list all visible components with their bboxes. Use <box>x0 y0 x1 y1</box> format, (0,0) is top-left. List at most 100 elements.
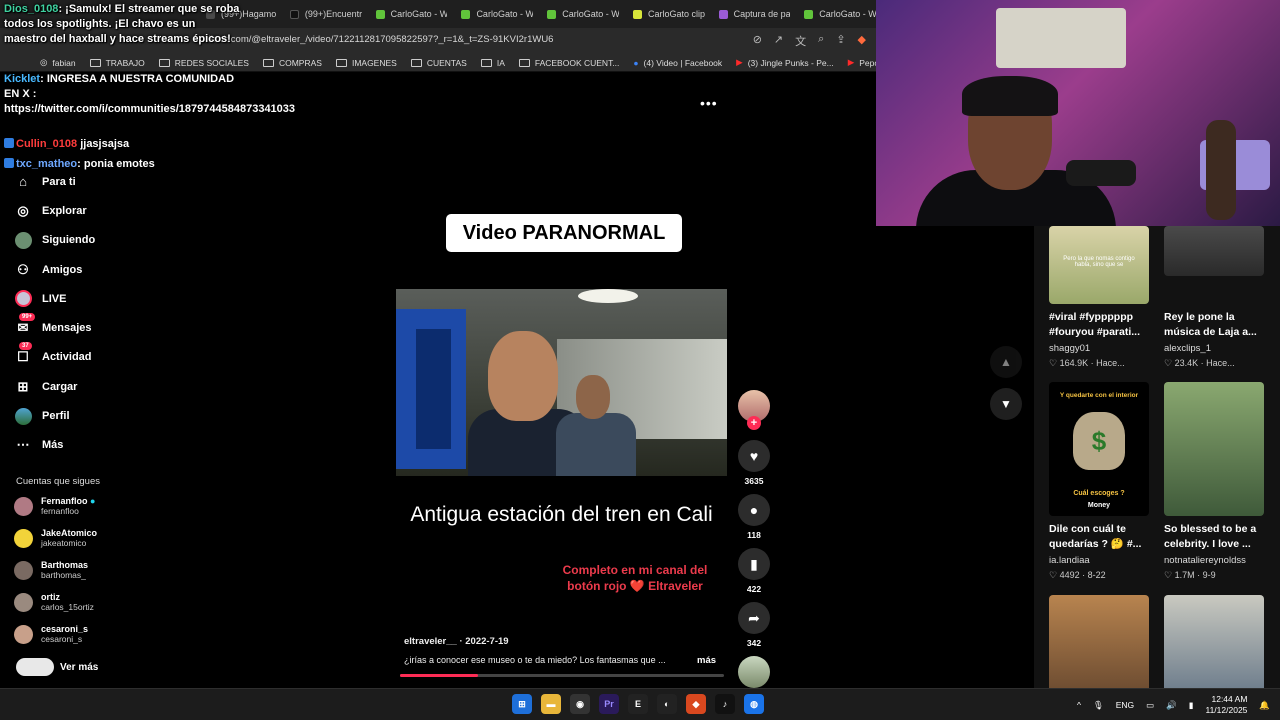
bookmark-folder[interactable]: CUENTAS <box>410 58 467 68</box>
language-indicator[interactable]: ENG <box>1116 700 1134 710</box>
following-account[interactable]: JakeAtomico jakeatomico <box>14 528 97 548</box>
video-card[interactable]: So blessed to be a celebrity. I love ...… <box>1164 382 1264 581</box>
video-thumbnail[interactable]: Pero la que nomas contigo habla, sino qu… <box>1049 226 1149 304</box>
browser-tab[interactable]: CarloGato - Wa <box>794 3 876 25</box>
microphone-icon[interactable]: 🎙 <box>1093 700 1104 711</box>
video-progress-fill <box>400 674 478 677</box>
comment-button[interactable]: ● <box>738 494 770 526</box>
video-thumbnail[interactable]: Y quedarte con el interior $ Cuál escoge… <box>1049 382 1149 516</box>
video-card[interactable] <box>1049 595 1149 688</box>
creator-avatar[interactable]: + <box>738 390 770 430</box>
video-thumbnail[interactable] <box>1164 382 1264 516</box>
volume-icon[interactable]: 🔊 <box>1166 700 1177 711</box>
tiktok-icon[interactable]: ♪ <box>715 694 735 714</box>
bookmark-folder[interactable]: COMPRAS <box>262 57 322 68</box>
share-arrow-icon: ➦ <box>748 609 760 626</box>
share-button[interactable]: ➦ <box>738 602 770 634</box>
sidebar-item-amigos[interactable]: ⚇ Amigos <box>14 255 95 284</box>
notification-bell-icon[interactable]: 🔔 <box>1259 700 1270 711</box>
sidebar-item-cargar[interactable]: ⊞ Cargar <box>14 372 95 401</box>
sidebar-item-mas[interactable]: ⋯ Más <box>14 431 95 460</box>
bookmark-folder[interactable]: FACEBOOK CUENT... <box>518 58 619 68</box>
clock[interactable]: 12:44 AM 11/12/2025 <box>1205 694 1247 716</box>
video-card-title: Dile con cuál te quedarías ? 🤔 #... <box>1049 523 1142 550</box>
bookmark-folder[interactable]: TRABAJO <box>89 58 145 68</box>
windows-start-icon[interactable]: ⊞ <box>512 694 532 714</box>
sidebar-item-explorar[interactable]: ◎ Explorar <box>14 196 95 225</box>
video-thumbnail[interactable] <box>1164 226 1264 276</box>
following-account[interactable]: cesaroni_s cesaroni_s <box>14 624 88 644</box>
video-card[interactable]: Rey le pone la música de Laja a... alexc… <box>1164 226 1264 369</box>
brave-shield-icon[interactable]: ◆ <box>858 33 866 49</box>
browser-tab[interactable]: CarloGato - Wa <box>366 3 447 25</box>
bookmark-folder[interactable]: IMAGENES <box>335 58 397 68</box>
video-author[interactable]: eltraveler__ · 2022-7-19 <box>404 636 509 647</box>
color-app-icon[interactable]: ◐ <box>657 694 677 714</box>
system-tray: ^ 🎙 ENG ▭ 🔊 ▮ 12:44 AM 11/12/2025 🔔 <box>1077 694 1270 716</box>
tray-chevron-icon[interactable]: ^ <box>1077 700 1081 710</box>
bookmark-item[interactable]: ▶ Pepo x @kazu.oficia... <box>848 57 876 68</box>
file-explorer-icon[interactable]: ▬ <box>541 694 561 714</box>
sidebar-item-perfil[interactable]: Perfil <box>14 401 95 430</box>
kick-icon <box>461 9 471 19</box>
browser-tab[interactable]: (99+)Encuentra <box>280 3 362 25</box>
bookmark-label: COMPRAS <box>278 57 322 68</box>
taskbar-apps: ⊞ ▬ ◉ Pr E ◐ ◆ ♪ ◍ <box>512 694 764 714</box>
display-icon[interactable]: ▭ <box>1146 700 1154 711</box>
search-icon[interactable]: ⌕ <box>818 33 824 49</box>
cast-icon[interactable]: ⊘ <box>753 33 762 49</box>
browser-tab[interactable]: Captura de pan <box>709 3 790 25</box>
video-thumbnail[interactable] <box>1164 595 1264 688</box>
translate-icon[interactable]: 文 <box>795 33 806 49</box>
tiktok-icon <box>289 9 299 19</box>
account-handle: barthomas_ <box>41 570 86 580</box>
following-account[interactable]: ortiz carlos_15ortiz <box>14 592 94 612</box>
see-more-link[interactable]: Ver más <box>16 658 98 676</box>
browser-tab[interactable]: CarloGato - Wa <box>451 3 533 25</box>
like-button[interactable]: ♥ <box>738 440 770 472</box>
following-account[interactable]: Fernanfloo ● fernanfloo <box>14 496 95 516</box>
sidebar-item-actividad[interactable]: ☐ 37 Actividad <box>14 342 95 372</box>
battery-icon[interactable]: ▮ <box>1189 700 1194 711</box>
video-card[interactable]: Pero la que nomas contigo habla, sino qu… <box>1049 226 1149 369</box>
share-icon[interactable]: ⇪ <box>836 33 845 49</box>
video-progress-bar[interactable] <box>400 674 724 677</box>
bookmark-label: REDES SOCIALES <box>174 57 249 68</box>
video-card[interactable] <box>1164 595 1264 688</box>
brave-icon[interactable]: ◆ <box>686 694 706 714</box>
expand-description-button[interactable]: más <box>697 655 716 666</box>
bookmark-item[interactable]: ▶ (3) Jingle Punks - Pe... <box>736 57 834 68</box>
save-button[interactable]: ▮ <box>738 548 770 580</box>
premiere-icon[interactable]: Pr <box>599 694 619 714</box>
chrome-icon[interactable]: ◍ <box>744 694 764 714</box>
following-account[interactable]: Barthomas barthomas_ <box>14 560 88 580</box>
bookmark-folder[interactable]: REDES SOCIALES <box>158 57 249 68</box>
sidebar-item-mensajes[interactable]: ✉ 99+ Mensajes <box>14 313 95 342</box>
comment-count: 118 <box>747 530 761 540</box>
video-card-user: alexclips_1 <box>1164 343 1211 354</box>
open-external-icon[interactable]: ↗ <box>774 33 783 49</box>
address-bar-actions: ⊘ ↗ 文 ⌕ ⇪ ◆ <box>753 33 866 49</box>
folder-icon <box>158 58 170 67</box>
obs-icon[interactable]: ◉ <box>570 694 590 714</box>
video-thumbnail[interactable] <box>1049 595 1149 688</box>
sidebar-item-live[interactable]: LIVE <box>14 284 95 313</box>
video-player[interactable] <box>396 289 727 476</box>
notification-badge: 99+ <box>19 313 36 322</box>
folder-icon <box>410 58 422 67</box>
follow-plus-icon[interactable]: + <box>747 416 761 430</box>
next-video-button[interactable]: ▼ <box>990 388 1022 420</box>
bookmark-item[interactable]: ● (4) Video | Facebook <box>633 58 722 68</box>
browser-tab[interactable]: CarloGato clipp <box>623 3 705 25</box>
sidebar-item-siguiendo[interactable]: Siguiendo <box>14 226 95 255</box>
streamer-hair <box>962 76 1058 116</box>
video-menu-button[interactable]: ••• <box>700 95 718 111</box>
bookmark-item[interactable]: ◎ fabian <box>40 57 76 68</box>
video-card[interactable]: Y quedarte con el interior $ Cuál escoge… <box>1049 382 1149 581</box>
music-disc-avatar[interactable] <box>738 656 770 688</box>
epic-games-icon[interactable]: E <box>628 694 648 714</box>
previous-video-button[interactable]: ▲ <box>990 346 1022 378</box>
bookmark-folder[interactable]: IA <box>480 58 505 68</box>
url-input[interactable]: tiktok.com/@eltraveler_/video/7122112817… <box>206 34 553 45</box>
browser-tab[interactable]: CarloGato - Wa <box>537 3 619 25</box>
